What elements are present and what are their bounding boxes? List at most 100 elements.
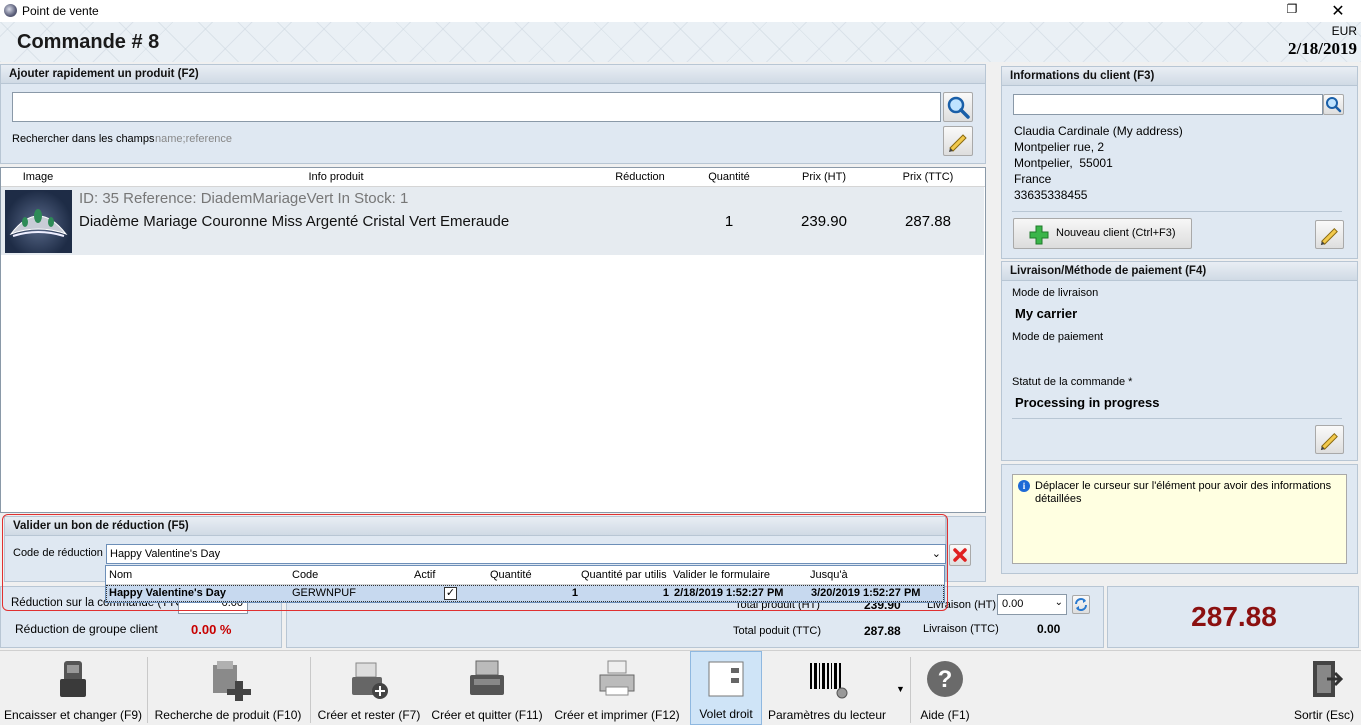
restore-icon[interactable]: ❐ [1284,2,1300,18]
table-row[interactable]: ID: 35 Reference: DiademMariageVert In S… [1,187,984,255]
printer-icon [599,660,635,696]
divider [1012,211,1342,212]
new-client-label: Nouveau client (Ctrl+F3) [1056,227,1176,239]
product-image [5,190,72,253]
window-titlebar: Point de vente ❐ ✕ [0,0,1361,22]
client-heading: Informations du client (F3) [1002,67,1357,86]
svg-text:?: ? [938,666,953,693]
product-quantity[interactable]: 1 [683,213,775,230]
column-quantity[interactable]: Quantité [683,171,775,183]
client-street: Montpelier rue, 2 [1014,140,1105,154]
info-icon: i [1018,480,1030,492]
client-country: France [1014,172,1052,186]
toolbar-separator [310,657,311,723]
client-phone: 33635338455 [1014,188,1088,202]
grid-header: Image Info produit Réduction Quantité Pr… [1,168,985,187]
products-grid: Image Info produit Réduction Quantité Pr… [0,167,986,513]
clear-voucher-button[interactable] [949,544,971,566]
help-icon: ? [927,661,963,697]
toolbar-separator [910,657,911,723]
barcode-icon [810,663,848,699]
help-button[interactable]: ? Aide (F1) [912,651,978,725]
edit-search-fields-button[interactable] [943,126,973,156]
total-product-ttc-value: 287.88 [864,624,901,638]
checkout-button[interactable]: Encaisser et changer (F9) [0,651,146,725]
quick-add-panel: Ajouter rapidement un produit (F2) Reche… [0,64,986,164]
bottom-toolbar: Encaisser et changer (F9) Recherche de p… [0,650,1361,725]
tiara-image-icon [9,209,68,237]
info-panel: i Déplacer le curseur sur l'élément pour… [1001,464,1358,574]
right-pane-label: Volet droit [699,707,753,721]
chevron-down-icon[interactable]: ▼ [896,684,905,694]
status-label: Statut de la commande * [1012,376,1133,388]
info-text: Déplacer le curseur sur l'élément pour a… [1035,480,1332,505]
checkout-label: Encaisser et changer (F9) [3,708,143,722]
pencil-icon [949,134,967,152]
product-price-ttc: 287.88 [905,213,951,230]
shipping-ht-value: 0.00 [1002,598,1024,610]
order-date: 2/18/2019 [1288,39,1357,58]
carrier-label: Mode de livraison [1012,287,1099,299]
create-quit-button[interactable]: Créer et quitter (F11) [428,651,546,725]
pencil-icon [1320,228,1338,246]
column-image[interactable]: Image [1,171,75,183]
divider [1012,418,1342,419]
right-pane-toggle[interactable]: Volet droit [690,651,762,725]
refresh-icon [1075,598,1087,611]
currency-label: EUR [1331,24,1357,38]
exit-door-icon [1313,661,1344,697]
client-search-button[interactable] [1323,94,1344,115]
product-search-button[interactable] [943,92,973,122]
product-search-input[interactable] [12,92,941,122]
column-price-ht[interactable]: Prix (HT) [775,171,873,183]
help-label: Aide (F1) [920,708,970,722]
edit-delivery-button[interactable] [1315,425,1344,454]
exit-label: Sortir (Esc) [1294,708,1354,722]
quick-add-heading: Ajouter rapidement un produit (F2) [1,65,985,84]
delete-icon [953,548,967,562]
edit-client-button[interactable] [1315,220,1344,249]
search-fields-value[interactable]: name;reference [155,133,232,145]
close-icon[interactable]: ✕ [1328,1,1348,20]
column-price-ttc[interactable]: Prix (TTC) [873,171,983,183]
search-fields-label: Rechercher dans les champs [12,133,155,145]
order-header: Commande # 8 EUR 2/18/2019 [0,22,1361,62]
exit-button[interactable]: Sortir (Esc) [1290,651,1358,725]
delivery-panel: Livraison/Méthode de paiement (F4) Mode … [1001,261,1358,461]
column-info[interactable]: Info produit [75,171,597,183]
window-title: Point de vente [22,4,99,18]
create-print-button[interactable]: Créer et imprimer (F12) [548,651,686,725]
column-discount[interactable]: Réduction [597,171,683,183]
product-meta: ID: 35 Reference: DiademMariageVert In S… [79,190,409,207]
info-box: i Déplacer le curseur sur l'élément pour… [1012,474,1347,564]
reader-settings-button[interactable]: Paramètres du lecteur [764,651,890,725]
shipping-ht-select[interactable]: 0.00 ⌄ [997,594,1067,615]
total-product-ttc-label: Total poduit (TTC) [733,625,822,637]
pencil-icon [1320,433,1338,451]
shipping-ttc-label: Livraison (TTC) [923,623,999,635]
client-panel: Informations du client (F3) Claudia Card… [1001,66,1358,259]
carrier-value[interactable]: My carrier [1015,306,1077,321]
status-value[interactable]: Processing in progress [1015,395,1160,410]
search-icon [947,96,970,119]
voucher-highlight-outline [2,514,948,611]
new-client-button[interactable]: Nouveau client (Ctrl+F3) [1013,218,1192,249]
client-name: Claudia Cardinale (My address) [1014,124,1183,138]
refresh-shipping-button[interactable] [1072,595,1090,614]
create-stay-label: Créer et rester (F7) [317,708,421,722]
client-search-input[interactable] [1013,94,1323,115]
create-print-label: Créer et imprimer (F12) [554,708,680,722]
delivery-heading: Livraison/Méthode de paiement (F4) [1002,262,1357,281]
register-add-icon [352,662,388,699]
product-search-tool-button[interactable]: Recherche de produit (F10) [148,651,308,725]
group-discount-label: Réduction de groupe client [15,622,158,636]
create-stay-button[interactable]: Créer et rester (F7) [312,651,426,725]
app-icon [4,4,17,17]
product-price-ht: 239.90 [801,213,847,230]
register-icon [470,660,504,695]
client-address: Claudia Cardinale (My address) Montpelie… [1014,123,1183,203]
shipping-ttc-value: 0.00 [1037,622,1061,636]
search-icon [1326,97,1342,113]
reader-settings-label: Paramètres du lecteur [767,708,887,722]
plus-icon [1029,225,1049,245]
